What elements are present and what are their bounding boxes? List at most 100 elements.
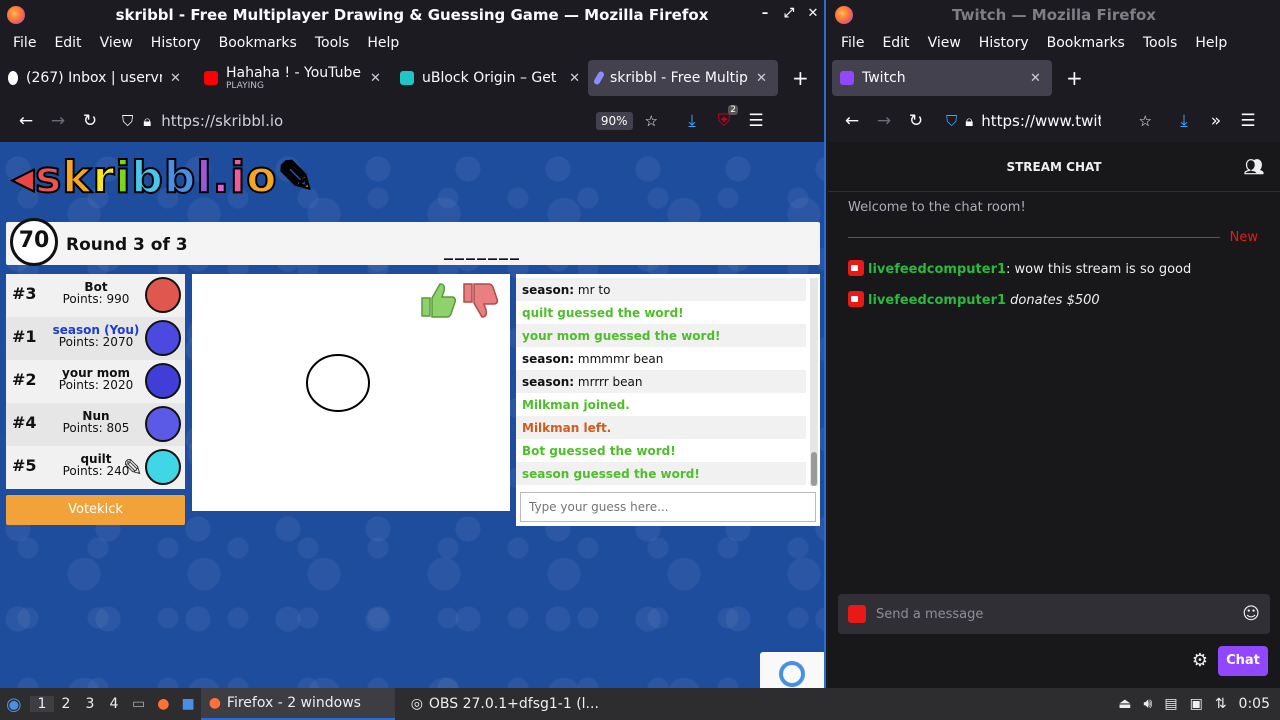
chat-message: your mom guessed the word! [516,324,806,347]
menu-file[interactable]: File [832,35,873,51]
eject-icon[interactable]: ⏏ [1118,696,1131,712]
guess-input[interactable] [520,492,816,522]
download-icon[interactable]: ⤓ [1168,111,1200,131]
close-tab-icon[interactable]: ✕ [170,71,181,86]
round-label: Round 3 of 3 [66,235,188,255]
firefox-icon [7,6,25,24]
close-icon[interactable]: ✕ [806,6,820,21]
menu-help[interactable]: Help [1186,35,1236,51]
tab-inbox[interactable]: (267) Inbox | uservn ✕ [0,60,196,96]
votekick-button[interactable]: Votekick [6,495,185,525]
menu-edit[interactable]: Edit [873,35,918,51]
send-message-input[interactable] [876,606,1243,622]
maximize-icon[interactable]: ⤢ [782,6,796,21]
thumbs-up-icon[interactable] [418,280,458,320]
display-icon[interactable]: ▣ [1190,696,1203,712]
close-tab-icon[interactable]: ✕ [370,71,381,86]
zoom-indicator[interactable]: 90% [595,112,633,130]
pencil-icon [592,70,606,86]
obs-icon: ◎ [410,696,423,712]
player-row[interactable]: #1 season (You) Points: 2070 [6,317,185,360]
close-tab-icon[interactable]: ✕ [756,71,767,86]
chat-message: Milkman joined. [522,398,630,412]
back-button[interactable]: ← [836,111,868,131]
overflow-icon[interactable]: » [1200,111,1232,131]
workspace-2[interactable]: 2 [54,696,78,712]
tab-twitch[interactable]: Twitch ✕ [832,60,1052,96]
player-row[interactable]: #2 your mom Points: 2020 [6,360,185,403]
ublock-icon[interactable]: ⛨ 2 [708,105,740,131]
recaptcha-badge[interactable] [760,652,824,688]
clipboard-icon[interactable]: ▤ [1164,696,1177,712]
emote-picker-icon[interactable]: ☺ [1242,604,1260,624]
menu-tools[interactable]: Tools [1134,35,1187,51]
reload-button[interactable]: ↻ [900,111,932,131]
avatar [145,363,181,399]
chat-send-button[interactable]: Chat [1218,646,1268,676]
round-bar: 70 Round 3 of 3 _______ [6,218,820,266]
chat-username[interactable]: livefeedcomputer1 [868,293,1006,308]
forward-button[interactable]: → [868,111,900,131]
back-button[interactable]: ← [10,111,42,131]
chat-message: season: mr to [516,278,806,301]
tab-youtube[interactable]: Hahaha ! - YouTube PLAYING ✕ [196,60,392,96]
users-icon[interactable]: 👥︎ [1244,142,1264,192]
player-row[interactable]: #4 Nun Points: 805 [6,403,185,446]
download-icon[interactable]: ⤓ [676,111,708,131]
shield-icon: ⛉ [946,112,958,130]
menu-bookmarks[interactable]: Bookmarks [210,35,306,51]
settings-gear-icon[interactable]: ⚙ [1192,650,1208,671]
close-tab-icon[interactable]: ✕ [1030,71,1041,86]
taskbar: ◉ 1 2 3 4 ▭ ● ■ ● Firefox - 2 windows ◎ … [0,688,1280,720]
drawing-canvas[interactable] [192,274,510,511]
shield-icon: ⛉ [122,112,134,130]
menu-bookmarks[interactable]: Bookmarks [1038,35,1134,51]
chat-message: livefeedcomputer1: wow this stream is so… [848,260,1191,277]
welcome-message: Welcome to the chat room! [848,200,1026,215]
task-obs[interactable]: ◎ OBS 27.0.1+dfsg1-1 (l... [403,688,607,720]
menu-view[interactable]: View [919,35,970,51]
thumbs-down-icon[interactable] [460,280,500,320]
mail-icon [8,71,18,85]
file-manager-icon[interactable]: ▭ [126,688,151,720]
url-bar[interactable]: ⛉ 🔒︎ https://skribbl.io 90% ☆ [114,105,666,137]
menu-bar: File Edit View History Bookmarks Tools H… [0,30,824,56]
hamburger-menu-icon[interactable]: ☰ [1232,111,1264,131]
menu-file[interactable]: File [4,35,45,51]
chat-username[interactable]: livefeedcomputer1 [868,262,1006,277]
menu-help[interactable]: Help [358,35,408,51]
new-tab-button[interactable]: + [792,66,809,90]
nav-bar: ← → ↻ ⛉ 🔒︎ https://skribbl.io 90% ☆ ⤓ ⛨ 2… [0,100,824,142]
task-firefox[interactable]: ● Firefox - 2 windows [200,688,395,720]
workspace-3[interactable]: 3 [78,696,102,712]
workspace-4[interactable]: 4 [102,696,126,712]
workspace-1[interactable]: 1 [30,696,54,712]
menu-history[interactable]: History [142,35,210,51]
reload-button[interactable]: ↻ [74,111,106,131]
start-menu-icon[interactable]: ◉ [0,688,30,720]
menu-edit[interactable]: Edit [45,35,90,51]
bookmark-star-icon[interactable]: ☆ [1139,112,1152,130]
menu-bar: File Edit View History Bookmarks Tools H… [828,30,1280,56]
send-message-box[interactable]: ☺ [838,594,1270,634]
menu-history[interactable]: History [970,35,1038,51]
volume-icon[interactable]: 🔊︎ [1144,696,1153,712]
bookmark-star-icon[interactable]: ☆ [645,112,658,130]
tab-ublock[interactable]: uBlock Origin – Get t ✕ [392,60,588,96]
menu-tools[interactable]: Tools [306,35,359,51]
new-tab-button[interactable]: + [1066,66,1083,90]
menu-view[interactable]: View [91,35,142,51]
tab-skribbl[interactable]: skribbl - Free Multipl ✕ [588,60,778,96]
player-list: #3 Bot Points: 990 #1 season (You) Point… [6,274,185,489]
chat-scrollbar[interactable] [810,278,818,486]
firefox-launcher-icon[interactable]: ● [151,688,175,720]
player-row[interactable]: #5 quilt Points: 240 ✎ [6,446,185,489]
network-icon[interactable]: ⇅ [1215,696,1227,712]
url-bar[interactable]: ⛉ 🔒︎ https://www.twitc ☆ [938,105,1160,137]
folder-icon[interactable]: ■ [175,688,200,720]
forward-button[interactable]: → [42,111,74,131]
minimize-icon[interactable]: – [758,6,772,21]
player-row[interactable]: #3 Bot Points: 990 [6,274,185,317]
close-tab-icon[interactable]: ✕ [569,71,580,86]
hamburger-menu-icon[interactable]: ☰ [740,111,772,131]
